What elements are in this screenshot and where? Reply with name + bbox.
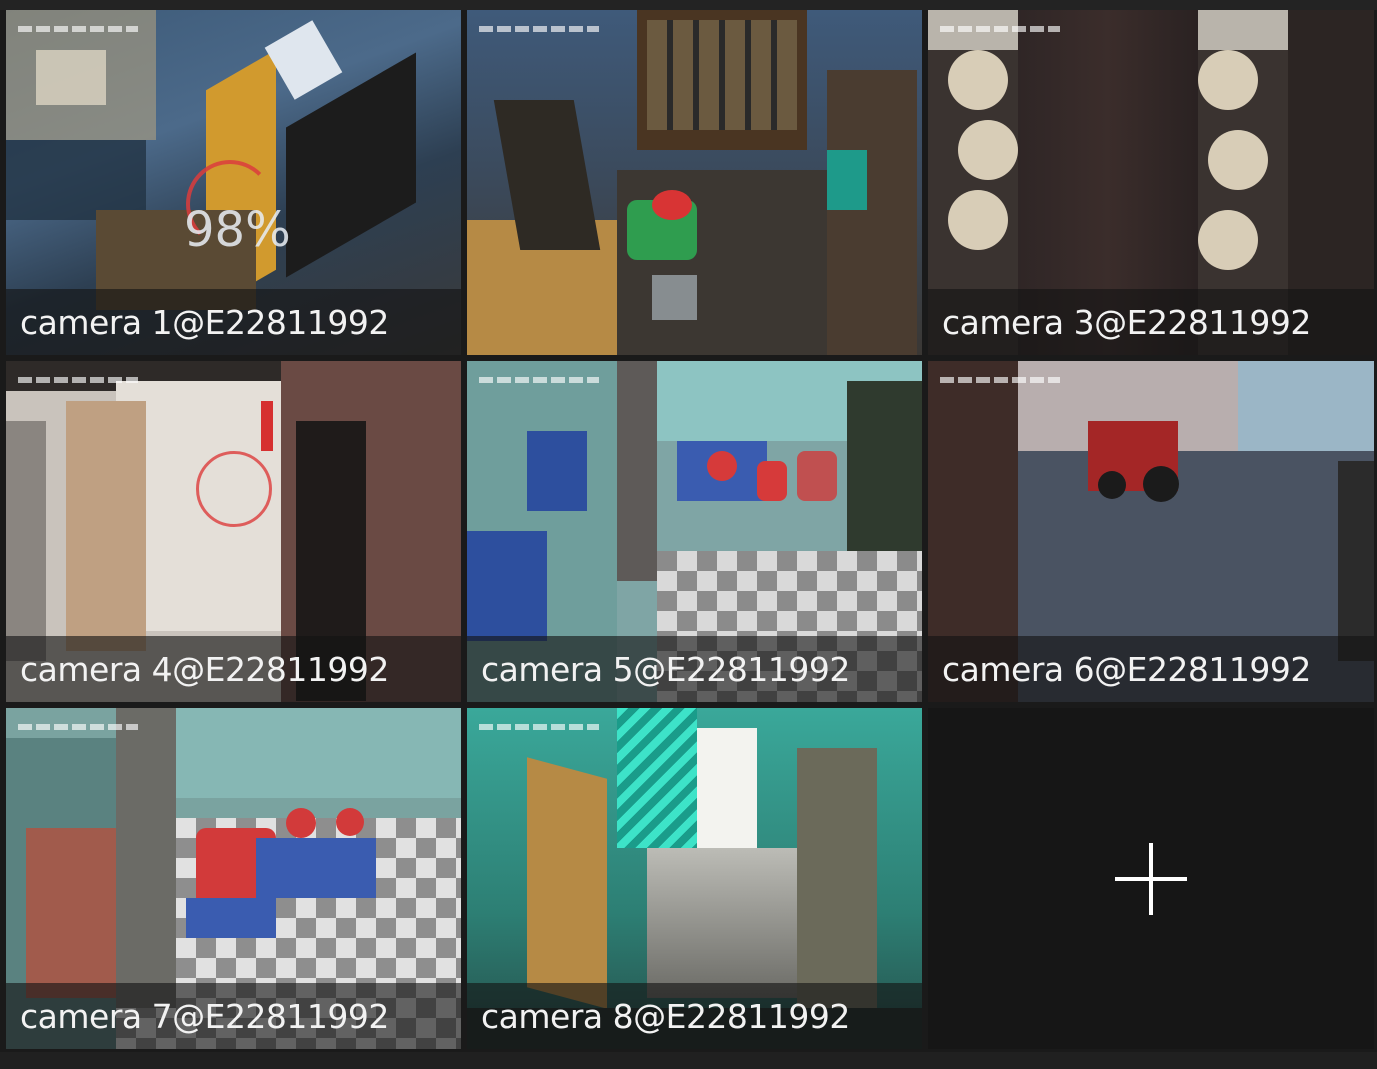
timestamp-overlay [479,377,599,383]
timestamp-overlay [479,724,599,730]
camera-tile-3[interactable]: camera 3@E22811992 [928,10,1374,355]
plus-icon[interactable] [1115,842,1187,915]
timestamp-overlay [18,724,138,730]
timestamp-overlay [18,377,138,383]
bottom-strip [0,1052,1377,1069]
camera-label-bar: camera 5@E22811992 [467,636,922,702]
loading-progress: 98% [184,202,291,258]
camera-label: camera 3@E22811992 [942,302,1311,342]
camera-grid: 98% camera 1@E22811992 camera 3@E2281199… [6,10,1374,1052]
timestamp-overlay [18,26,138,32]
camera-tile-4[interactable]: camera 4@E22811992 [6,361,461,702]
timestamp-overlay [479,26,599,32]
camera-feed-2 [467,10,922,355]
camera-label: camera 5@E22811992 [481,649,850,689]
camera-label: camera 1@E22811992 [20,302,389,342]
camera-tile-6[interactable]: camera 6@E22811992 [928,361,1374,702]
camera-label-bar: camera 7@E22811992 [6,983,461,1049]
camera-label-bar: camera 4@E22811992 [6,636,461,702]
camera-label-bar: camera 1@E22811992 [6,289,461,355]
camera-label: camera 8@E22811992 [481,996,850,1036]
camera-label: camera 6@E22811992 [942,649,1311,689]
camera-tile-7[interactable]: camera 7@E22811992 [6,708,461,1049]
camera-tile-1[interactable]: 98% camera 1@E22811992 [6,10,461,355]
camera-label-bar: camera 3@E22811992 [928,289,1374,355]
camera-label: camera 4@E22811992 [20,649,389,689]
camera-tile-2[interactable] [467,10,922,355]
camera-label-bar: camera 8@E22811992 [467,983,922,1049]
camera-label: camera 7@E22811992 [20,996,389,1036]
camera-label-bar: camera 6@E22811992 [928,636,1374,702]
camera-tile-8[interactable]: camera 8@E22811992 [467,708,922,1049]
camera-tile-5[interactable]: camera 5@E22811992 [467,361,922,702]
timestamp-overlay [940,377,1060,383]
add-camera-tile[interactable] [928,708,1374,1049]
timestamp-overlay [940,26,1060,32]
top-strip [0,0,1377,10]
